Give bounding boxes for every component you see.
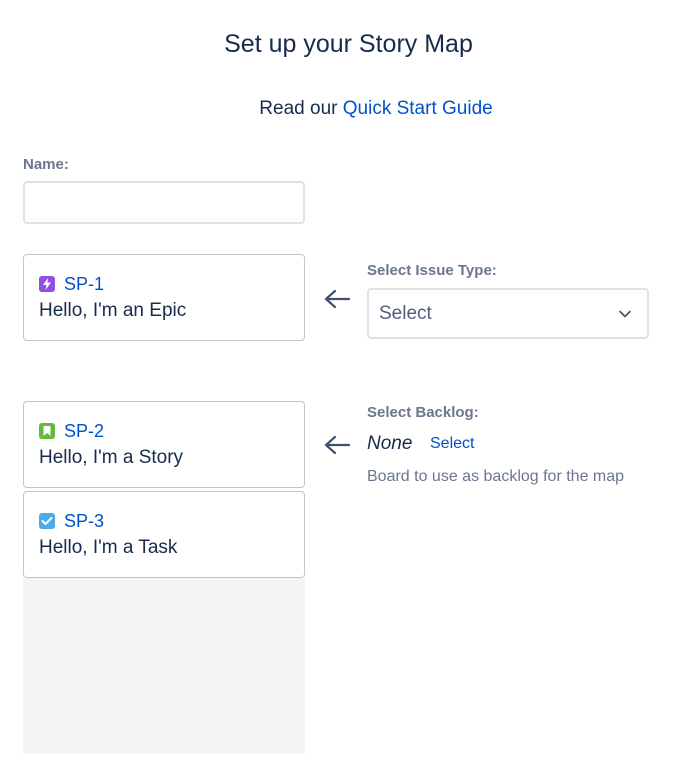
task-card-key[interactable]: SP-3	[64, 511, 104, 532]
story-card[interactable]: SP-2 Hello, I'm a Story	[23, 401, 305, 488]
task-icon	[39, 513, 55, 529]
story-card-key[interactable]: SP-2	[64, 421, 104, 442]
arrow-left-icon	[324, 435, 351, 455]
task-card[interactable]: SP-3 Hello, I'm a Task	[23, 491, 305, 578]
backlog-column	[23, 578, 305, 754]
backlog-help-text: Board to use as backlog for the map	[367, 468, 625, 485]
epic-card[interactable]: SP-1 Hello, I'm an Epic	[23, 254, 305, 341]
name-label: Name:	[23, 156, 69, 173]
issue-type-select-value: Select	[379, 302, 432, 324]
page-title: Set up your Story Map	[224, 30, 473, 58]
story-icon	[39, 423, 55, 439]
quick-start-guide-link[interactable]: Quick Start Guide	[343, 98, 493, 119]
task-card-header: SP-3	[39, 509, 289, 533]
chevron-down-icon	[619, 310, 631, 317]
issue-type-select[interactable]: Select	[367, 288, 649, 339]
backlog-value: None	[367, 433, 413, 454]
epic-card-summary: Hello, I'm an Epic	[39, 300, 187, 321]
story-card-header: SP-2	[39, 419, 289, 443]
task-card-summary: Hello, I'm a Task	[39, 537, 178, 558]
guide-line: Read our Quick Start Guide	[0, 98, 697, 120]
story-card-summary: Hello, I'm a Story	[39, 447, 184, 468]
backlog-select-link[interactable]: Select	[430, 435, 474, 453]
name-input[interactable]	[23, 181, 305, 224]
epic-icon	[39, 276, 55, 292]
backlog-label: Select Backlog:	[367, 404, 479, 421]
arrow-left-icon	[324, 289, 351, 309]
epic-card-header: SP-1	[39, 272, 289, 296]
epic-card-key[interactable]: SP-1	[64, 274, 104, 295]
guide-prefix: Read our	[259, 98, 343, 119]
issue-type-label: Select Issue Type:	[367, 262, 497, 279]
